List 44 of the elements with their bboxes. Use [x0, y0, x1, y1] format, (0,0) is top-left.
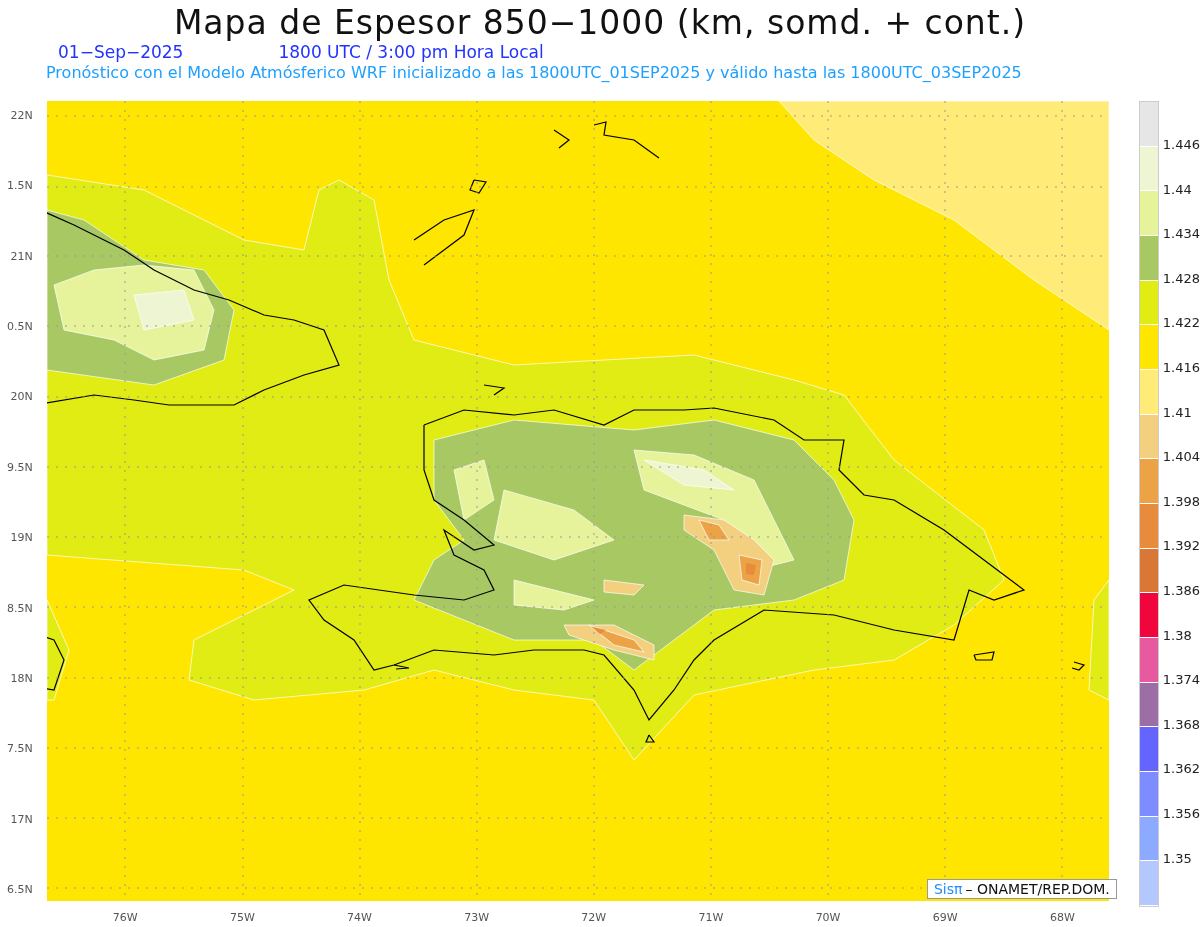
scale-value: 1.428	[1162, 270, 1200, 288]
longitude-label: 73W	[464, 911, 490, 924]
scale-value: 1.362	[1162, 761, 1200, 779]
scale-value: 1.398	[1162, 493, 1200, 511]
latitude-label: 22N	[10, 108, 34, 124]
latitude-label: 7.5N	[7, 741, 34, 758]
scale-value: 1.446	[1162, 137, 1200, 154]
latitude-label: 21N	[10, 248, 34, 265]
latitude-label: 19N	[10, 530, 34, 547]
scale-value: 1.356	[1162, 805, 1200, 823]
latitude-label: 17N	[10, 811, 34, 828]
scale-value: 1.434	[1162, 226, 1200, 244]
latitude-label: 1.5N	[7, 178, 34, 195]
longitude-label: 72W	[581, 911, 607, 924]
longitude-label: 75W	[229, 911, 255, 924]
scale-value: 1.422	[1162, 315, 1200, 333]
scale-value: 1.41	[1162, 404, 1193, 422]
credit-text: – ONAMET/REP.DOM.	[965, 881, 1110, 897]
date-label: 01−Sep−2025	[58, 42, 184, 63]
longitude-label: 68W	[1049, 911, 1075, 924]
scale-value: 1.44	[1162, 181, 1193, 199]
latitude-label: 0.5N	[7, 319, 34, 336]
longitude-label: 71W	[698, 911, 724, 924]
brand-label: Sisπ	[933, 881, 963, 897]
latitude-label: 9.5N	[7, 459, 34, 476]
longitude-label: 69W	[932, 911, 958, 924]
latitude-label: 6.5N	[7, 881, 34, 898]
latitude-label: 20N	[10, 389, 34, 406]
scale-value: 1.374	[1162, 672, 1200, 690]
longitude-label: 76W	[112, 911, 138, 924]
scale-value: 1.416	[1162, 359, 1200, 377]
time-label: 1800 UTC / 3:00 pm Hora Local	[278, 42, 544, 63]
scale-value: 1.368	[1162, 716, 1200, 734]
scale-value: 1.392	[1162, 538, 1200, 556]
scale-value: 1.38	[1162, 627, 1193, 645]
scale-value: 1.35	[1162, 850, 1193, 868]
latitude-label: 8.5N	[7, 600, 34, 617]
map-title: Mapa de Espesor 850−1000 (km, somd. + cont.)	[172, 4, 1028, 42]
latitude-label: 18N	[10, 670, 34, 687]
forecast-note: Pronóstico con el Modelo Atmósferico WRF inicializado a las 1800UTC_01SEP2025 y válido hasta las 1800UTC_03SEP2025	[45, 63, 1023, 83]
longitude-label: 74W	[347, 911, 372, 924]
scale-value: 1.404	[1162, 449, 1200, 467]
longitude-label: 70W	[815, 911, 841, 924]
scale-value: 1.386	[1162, 582, 1200, 600]
